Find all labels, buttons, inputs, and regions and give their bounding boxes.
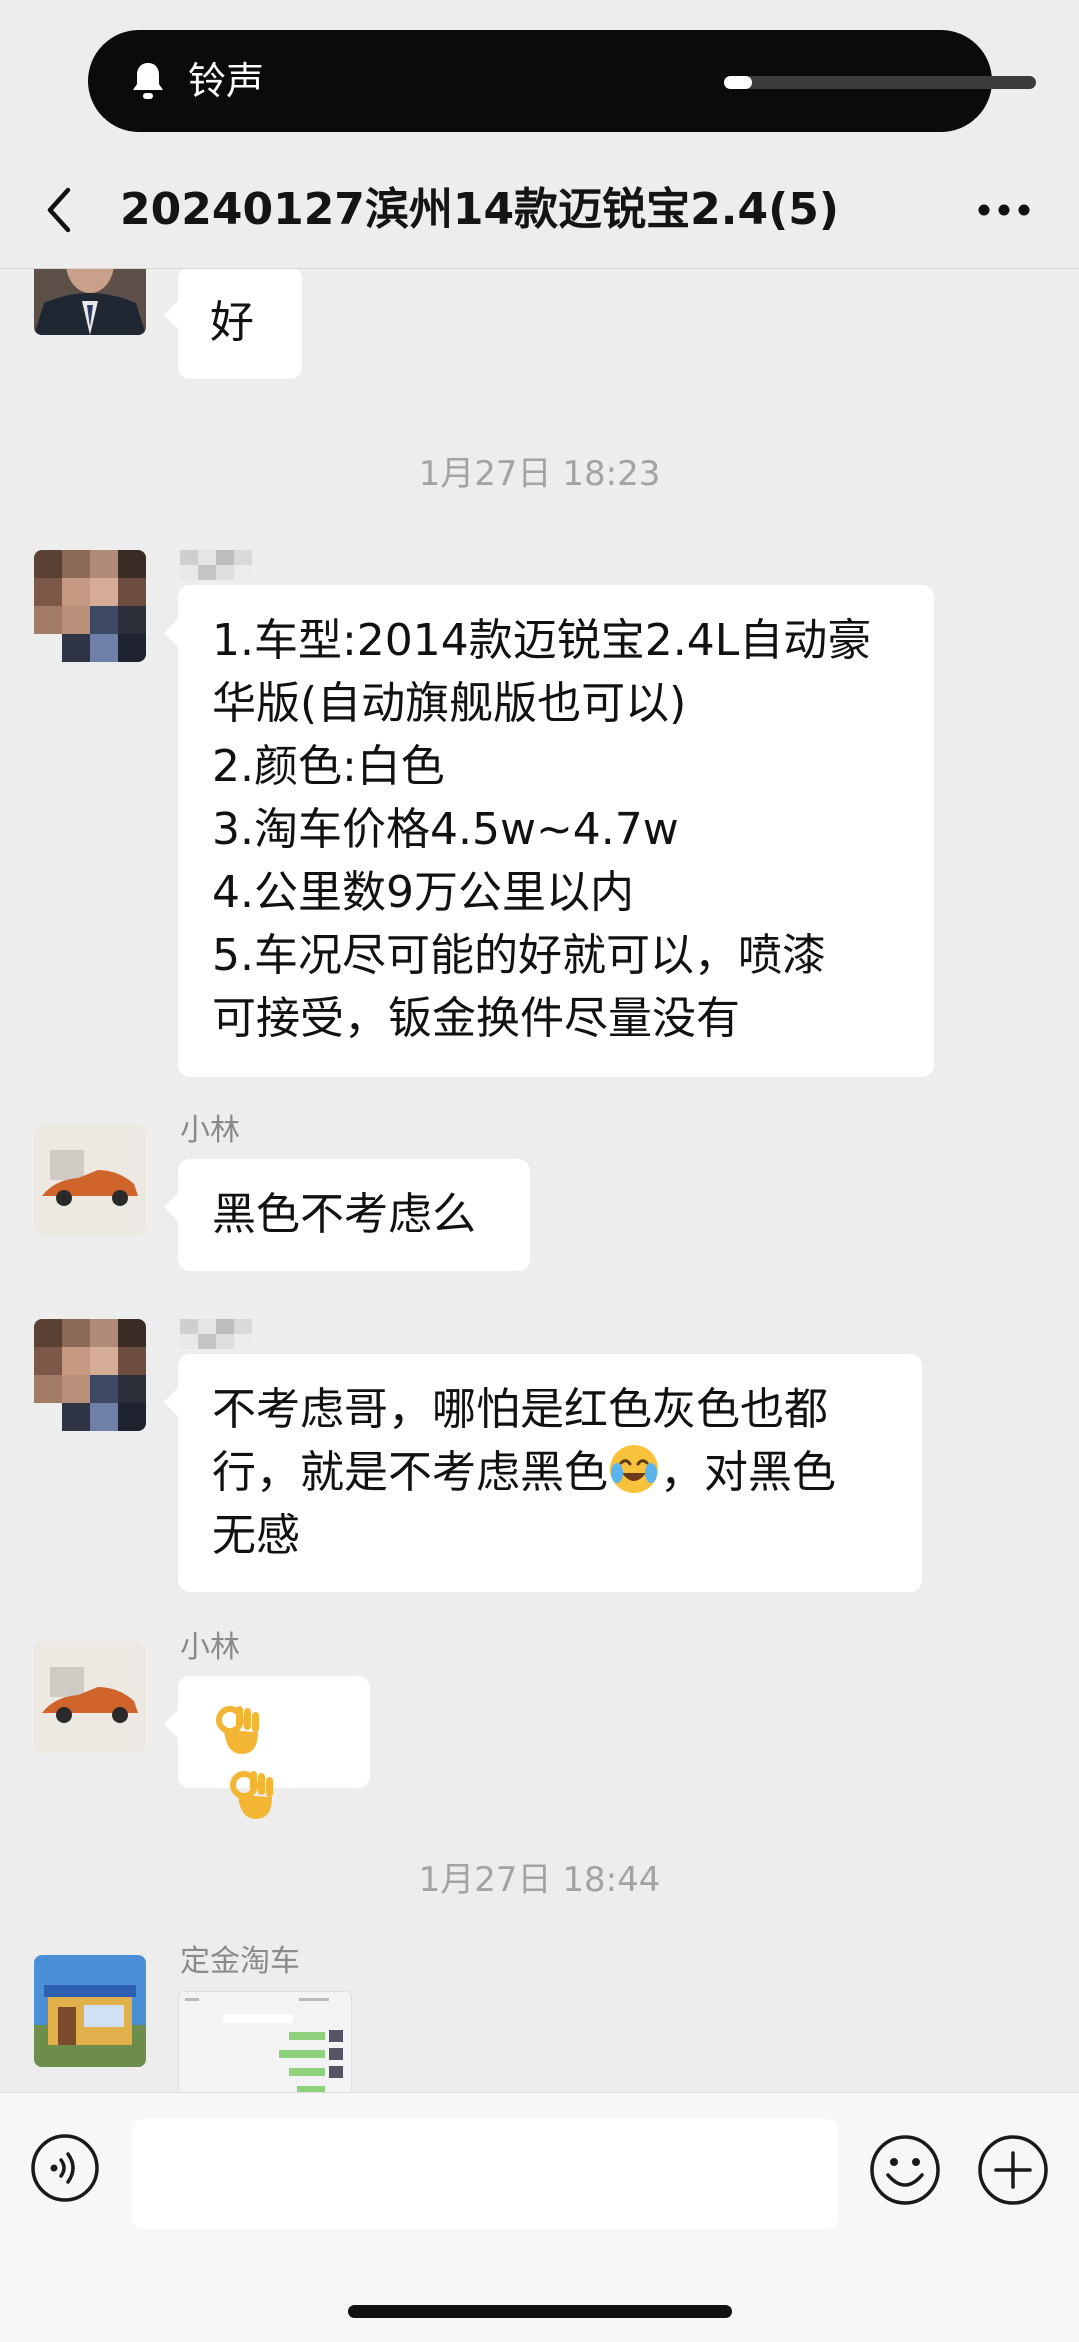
- avatar-pixelated[interactable]: [34, 550, 146, 662]
- ok-hand-emoji-icon: [230, 1771, 273, 1819]
- message-line: 不考虑哥，哪怕是红色灰色也都: [212, 1384, 828, 1435]
- message-bubble[interactable]: [164, 1676, 370, 1819]
- home-indicator: [348, 2305, 732, 2318]
- message-text: 黑色不考虑么: [212, 1189, 476, 1240]
- avatar-pixelated[interactable]: [34, 1319, 146, 1431]
- message-input-bar: [0, 2092, 1079, 2342]
- timestamp: 1月27日 18:44: [418, 1860, 661, 1900]
- message-line: 1.车型:2014款迈锐宝2.4L自动豪: [212, 615, 872, 666]
- message-line: 5.车况尽可能的好就可以，喷漆: [212, 930, 826, 981]
- message-line: 可接受，钣金换件尽量没有: [212, 993, 740, 1044]
- crying-laughing-emoji-icon: [610, 1445, 658, 1493]
- avatar-storefront[interactable]: [34, 1955, 146, 2067]
- chat-screenshot-image[interactable]: [178, 1991, 352, 2092]
- sender-name: 小林: [180, 1630, 240, 1665]
- add-more-icon[interactable]: [976, 2133, 1050, 2207]
- avatar-man-suit[interactable]: [34, 269, 146, 335]
- emoji-button-icon[interactable]: [868, 2133, 942, 2207]
- avatar-orange-car[interactable]: [34, 1641, 146, 1753]
- message-line: 2.颜色:白色: [212, 741, 445, 792]
- chat-messages[interactable]: 好 1月27日 18:23 1.车型:2014款迈锐宝2.4L自动豪 华版(自动…: [0, 269, 1079, 2092]
- chat-title: 20240127滨州14款迈锐宝2.4(5): [120, 184, 839, 235]
- ok-hand-emoji-icon: [216, 1706, 259, 1754]
- ringer-label: 铃声: [188, 59, 265, 103]
- message-bubble[interactable]: 1.车型:2014款迈锐宝2.4L自动豪 华版(自动旗舰版也可以) 2.颜色:白…: [164, 585, 934, 1077]
- bell-icon: [133, 63, 163, 99]
- message-line: 华版(自动旗舰版也可以): [212, 678, 687, 729]
- more-options-icon[interactable]: [974, 200, 1034, 220]
- sender-name: 定金淘车: [180, 1944, 300, 1979]
- message-line: 4.公里数9万公里以内: [212, 867, 634, 918]
- avatar-orange-car[interactable]: [34, 1124, 146, 1236]
- timestamp: 1月27日 18:23: [418, 454, 661, 494]
- message-text: 好: [210, 297, 254, 348]
- chat-header: 20240127滨州14款迈锐宝2.4(5): [0, 150, 1079, 268]
- volume-level: [724, 76, 753, 89]
- ringer-notification: 铃声: [88, 30, 1036, 132]
- volume-slider[interactable]: [724, 76, 1036, 89]
- sender-name: 小林: [180, 1113, 240, 1148]
- message-line: 无感: [212, 1510, 300, 1561]
- message-bubble[interactable]: 好: [164, 269, 302, 379]
- censored-name-mosaic: [180, 550, 252, 580]
- voice-input-icon[interactable]: [30, 2133, 100, 2203]
- message-line: 行，就是不考虑黑色 ，对黑色: [212, 1441, 888, 1504]
- back-arrow-icon[interactable]: [44, 186, 74, 234]
- message-line: 3.淘车价格4.5w~4.7w: [212, 804, 679, 855]
- message-input-field[interactable]: [132, 2119, 838, 2229]
- message-bubble[interactable]: 黑色不考虑么: [164, 1159, 530, 1271]
- censored-name-mosaic: [180, 1319, 252, 1349]
- message-bubble[interactable]: 不考虑哥，哪怕是红色灰色也都 行，就是不考虑黑色 ，对黑色 无感: [164, 1354, 922, 1592]
